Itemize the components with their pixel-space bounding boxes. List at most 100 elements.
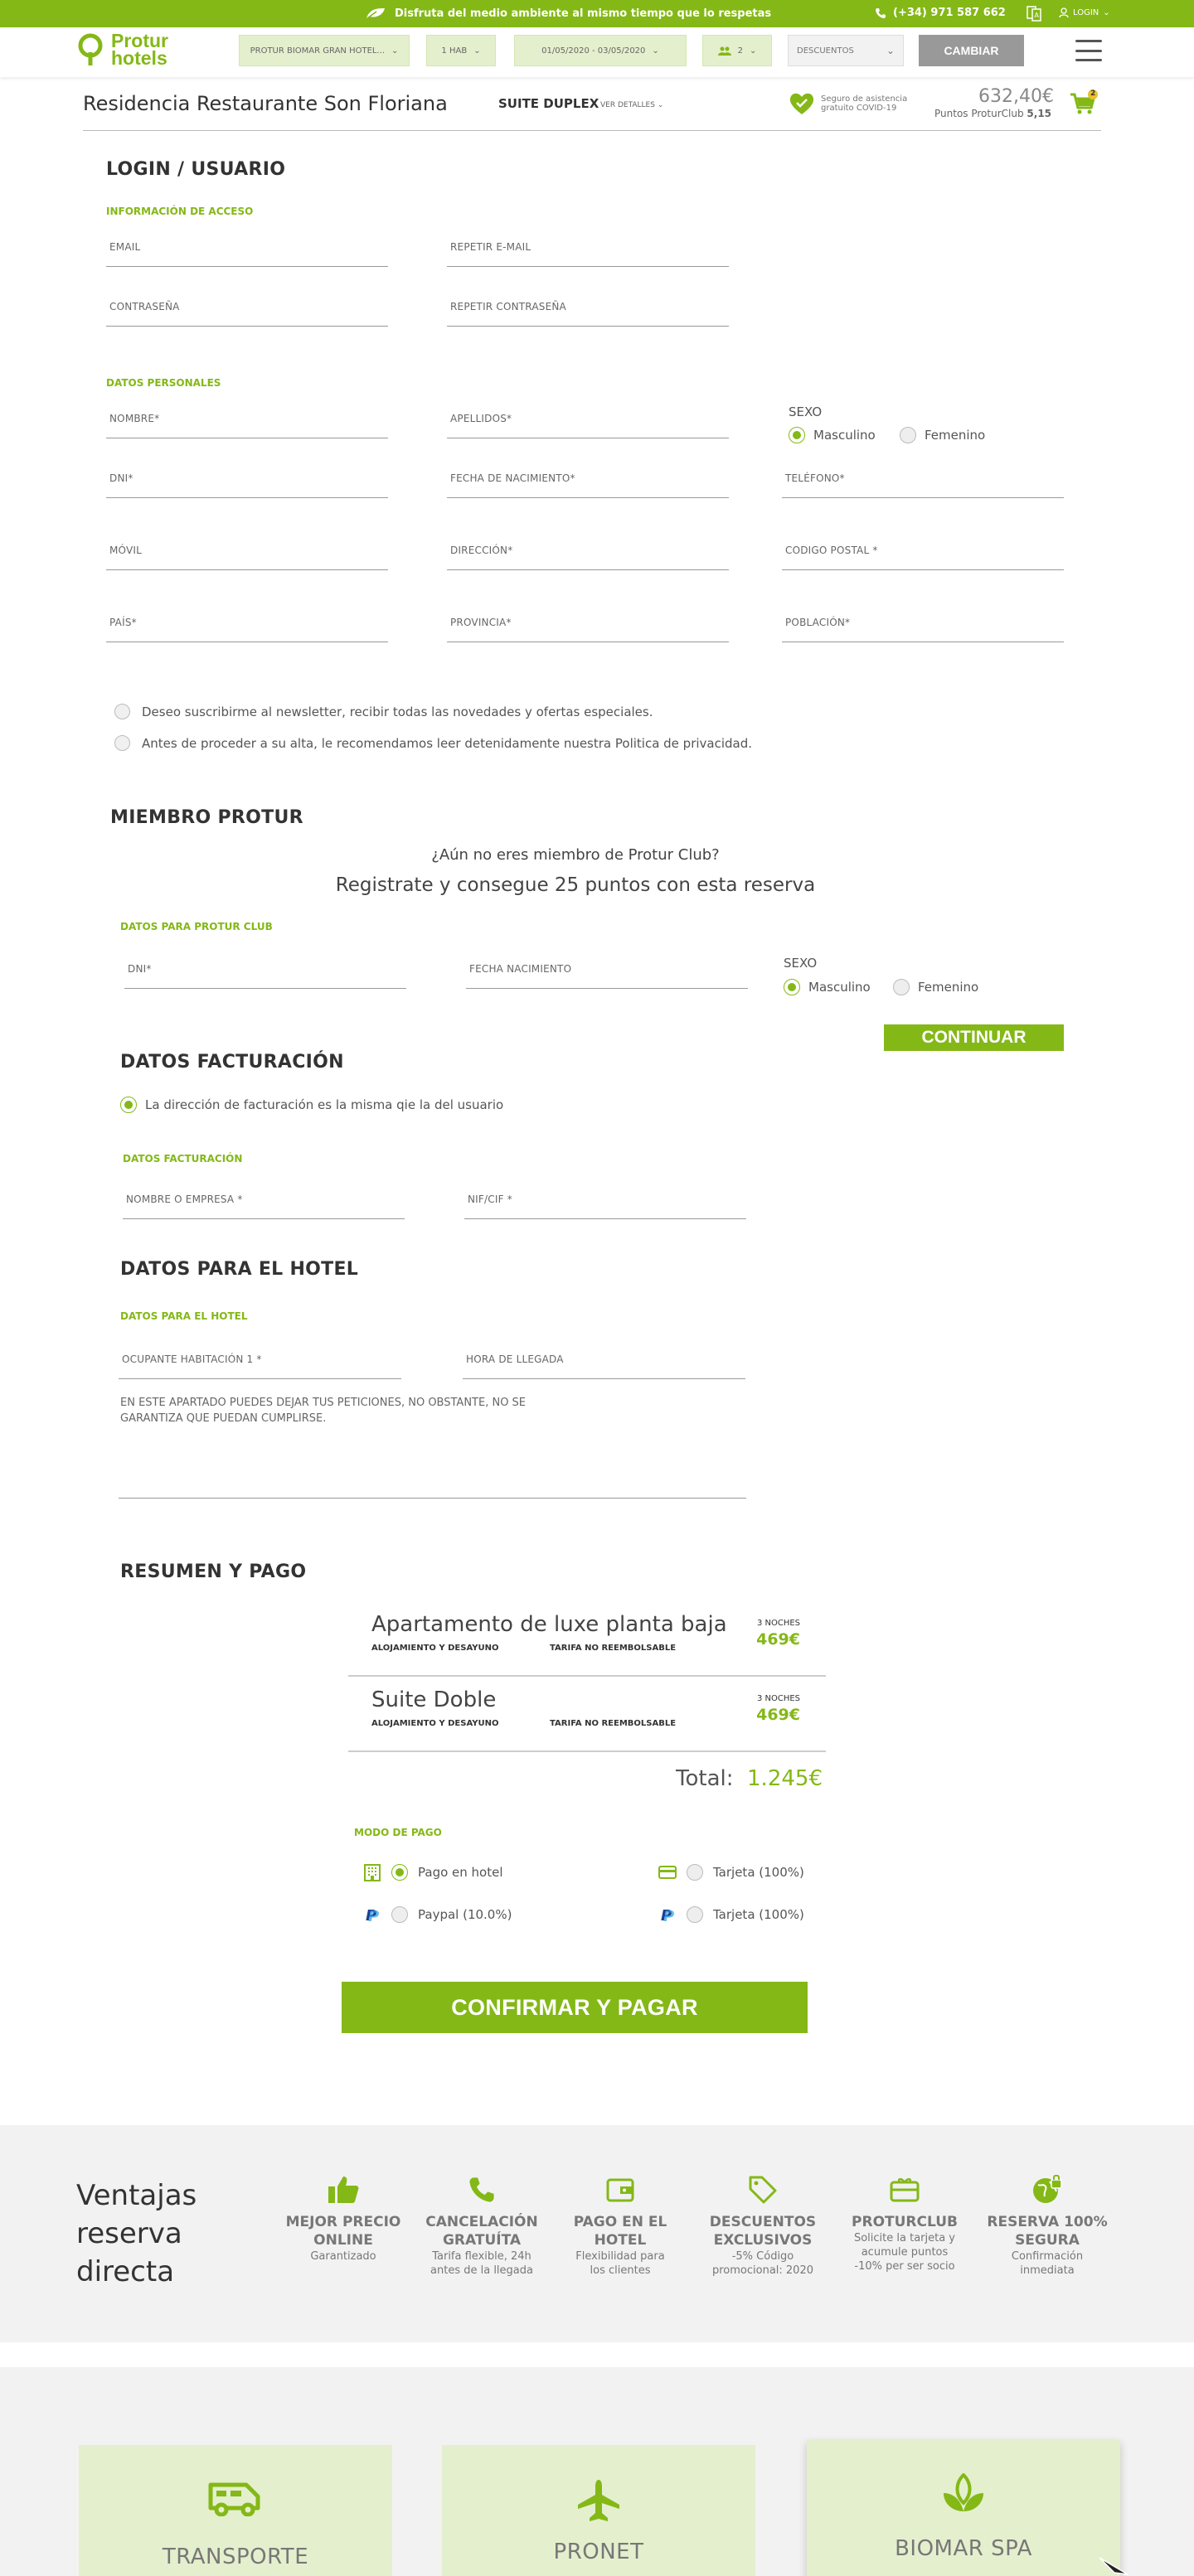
login-link[interactable]: LOGIN ⌄ — [1059, 7, 1110, 18]
extra-card-transport[interactable]: TRANSPORTE — [79, 2445, 392, 2576]
gender-male-radio[interactable] — [789, 427, 805, 443]
dates-picker[interactable]: 01/05/2020 - 03/05/2020 ⌄ — [514, 35, 687, 66]
pay-hotel-radio[interactable] — [391, 1864, 408, 1881]
email-field[interactable]: EMAIL — [106, 238, 388, 267]
hotel-select[interactable]: PROTUR BIOMAR GRAN HOTEL... ⌄ — [239, 35, 410, 66]
pay-paypal-label: Paypal (10.0%) — [418, 1907, 512, 1922]
newsletter-check-circle[interactable] — [114, 704, 130, 719]
pay-card-option[interactable]: Tarjeta (100%) — [658, 1864, 804, 1881]
province-field[interactable]: PROVINCIA* — [447, 613, 729, 642]
hotel-select-value: PROTUR BIOMAR GRAN HOTEL... — [250, 46, 385, 56]
cart-button[interactable]: 2 — [1070, 90, 1098, 119]
room-price: 469€ — [756, 1630, 800, 1649]
pay-card-radio[interactable] — [687, 1864, 703, 1881]
chevron-down-icon: ⌄ — [749, 46, 757, 56]
pay-card-2-option[interactable]: PP Tarjeta (100%) — [658, 1905, 804, 1924]
points-value: 5,15 — [1027, 108, 1052, 119]
member-dni-field[interactable]: DNI* — [124, 960, 406, 989]
mobile-field[interactable]: MÓVIL — [106, 541, 388, 570]
repeat-email-field[interactable]: REPETIR E-MAIL — [447, 238, 729, 267]
member-gender-male-radio[interactable] — [784, 979, 800, 995]
member-subtitle: DATOS PARA PROTUR CLUB — [120, 921, 273, 932]
occupant-field[interactable]: OCUPANTE HABITACIÓN 1 * — [119, 1350, 401, 1379]
arrival-time-field[interactable]: HORA DE LLEGADA — [463, 1350, 745, 1379]
phone-number: (+34) 971 587 662 — [893, 7, 1006, 19]
advantage-title-1: MEJOR PRECIO — [285, 2214, 401, 2230]
gender-male-label: Masculino — [813, 428, 876, 443]
birthdate-field[interactable]: FECHA DE NACIMIENTO* — [447, 469, 729, 498]
extra-card-spa[interactable]: BIOMAR SPA — [807, 2440, 1120, 2576]
privacy-check-circle[interactable] — [114, 735, 130, 751]
address-field[interactable]: DIRECCIÓN* — [447, 541, 729, 570]
gender-male-option[interactable]: Masculino — [789, 427, 876, 443]
password-field[interactable]: CONTRASEÑA — [106, 298, 388, 327]
same-address-radio[interactable] — [120, 1097, 137, 1113]
extra-card-pronet[interactable]: PRONET — [442, 2445, 755, 2576]
menu-icon[interactable] — [1075, 40, 1102, 61]
member-gender-male-option[interactable]: Masculino — [784, 979, 871, 995]
phone-link[interactable]: (+34) 971 587 662 — [875, 7, 1006, 19]
privacy-checkbox[interactable]: Antes de proceder a su alta, le recomend… — [114, 735, 752, 751]
gender-female-option[interactable]: Femenino — [900, 427, 985, 443]
member-birthdate-field[interactable]: FECHA NACIMIENTO — [466, 960, 748, 989]
pay-paypal-option[interactable]: PP Paypal (10.0%) — [363, 1905, 512, 1924]
company-field[interactable]: NOMBRE O EMPRESA * — [123, 1190, 405, 1219]
room-rate: TARIFA NO REEMBOLSABLE — [550, 1719, 677, 1728]
advantage-discounts: DESCUENTOS EXCLUSIVOS -5% Código promocion… — [701, 2175, 825, 2278]
advantage-desc-2: los clientes — [590, 2264, 651, 2277]
gender-female-radio[interactable] — [900, 427, 916, 443]
city-field[interactable]: POBLACIÓN* — [782, 613, 1064, 642]
rooms-select-value: 1 HAB — [441, 46, 468, 56]
details-link[interactable]: VER DETALLES ⌄ — [600, 101, 663, 109]
user-icon — [1059, 7, 1069, 18]
continue-button[interactable]: CONTINUAR — [884, 1024, 1064, 1051]
advantage-title-1: PAGO EN EL — [573, 2214, 667, 2230]
change-search-button[interactable]: CAMBIAR — [919, 35, 1024, 66]
pay-card-2-radio[interactable] — [687, 1906, 703, 1923]
pay-paypal-radio[interactable] — [391, 1906, 408, 1923]
newsletter-checkbox[interactable]: Deseo suscribirme al newsletter, recibir… — [114, 704, 653, 719]
repeat-password-field[interactable]: REPETIR CONTRASEÑA — [447, 298, 729, 327]
requests-line-1: EN ESTE APARTADO PUEDES DEJAR TUS PETICI… — [120, 1397, 527, 1409]
pay-card-2-label: Tarjeta (100%) — [713, 1907, 804, 1922]
language-icon[interactable]: A — [1027, 5, 1041, 25]
total-value: 1.245€ — [747, 1766, 823, 1791]
member-question: ¿Aún no eres miembro de Protur Club? — [431, 846, 720, 864]
discount-placeholder: DESCUENTOS — [797, 46, 854, 56]
main-nav: Protur hotels PROTUR BIOMAR GRAN HOTEL..… — [0, 27, 1194, 77]
advantage-desc-2: inmediata — [1020, 2264, 1075, 2277]
tree-logo-icon — [78, 33, 103, 65]
confirm-pay-button[interactable]: CONFIRMAR Y PAGAR — [342, 1982, 808, 2033]
guests-select[interactable]: 2 ⌄ — [702, 35, 772, 66]
logo-line-2: hotels — [111, 47, 167, 69]
pay-hotel-label: Pago en hotel — [418, 1865, 503, 1880]
top-bar: Disfruta del medio ambiente al mismo tie… — [0, 0, 1194, 27]
advantage-title-2: SEGURA — [1015, 2232, 1080, 2249]
postal-code-field[interactable]: CODIGO POSTAL * — [782, 541, 1064, 570]
advantage-title-2: ONLINE — [313, 2232, 373, 2249]
discount-select[interactable]: DESCUENTOS ⌄ — [788, 35, 904, 66]
extra-card-label: BIOMAR SPA — [895, 2536, 1032, 2561]
guests-value: 2 — [737, 46, 743, 56]
dni-field[interactable]: DNI* — [106, 469, 388, 498]
advantage-pay-hotel: PAGO EN EL HOTEL Flexibilidad para los cli… — [558, 2175, 682, 2278]
phone-field[interactable]: TELÉFONO* — [782, 469, 1064, 498]
advantage-secure: RESERVA 100% SEGURA Confirmación inmediata — [985, 2175, 1109, 2278]
pay-hotel-option[interactable]: Pago en hotel — [363, 1863, 503, 1881]
people-icon — [717, 46, 731, 56]
rooms-select[interactable]: 1 HAB ⌄ — [426, 35, 496, 66]
member-gender-female-option[interactable]: Femenino — [893, 979, 978, 995]
member-gender-female-radio[interactable] — [893, 979, 910, 995]
same-address-label: La dirección de facturación es la misma … — [145, 1097, 504, 1112]
privacy-label: Antes de proceder a su alta, le recomend… — [142, 735, 753, 751]
gender-female-label: Femenino — [925, 428, 986, 443]
country-field[interactable]: PAÍS* — [106, 613, 388, 642]
apellidos-field[interactable]: APELLIDOS* — [447, 409, 729, 438]
protur-logo[interactable]: Protur hotels — [75, 31, 168, 69]
nif-field[interactable]: NIF/CIF * — [464, 1190, 746, 1219]
advantages-title-line-2: reserva — [76, 2217, 182, 2250]
requests-textarea[interactable]: EN ESTE APARTADO PUEDES DEJAR TUS PETICI… — [119, 1395, 746, 1499]
same-address-option[interactable]: La dirección de facturación es la misma … — [120, 1097, 503, 1113]
requests-line-2: GARANTIZA QUE PUEDAN CUMPLIRSE. — [120, 1412, 327, 1425]
nombre-field[interactable]: NOMBRE* — [106, 409, 388, 438]
